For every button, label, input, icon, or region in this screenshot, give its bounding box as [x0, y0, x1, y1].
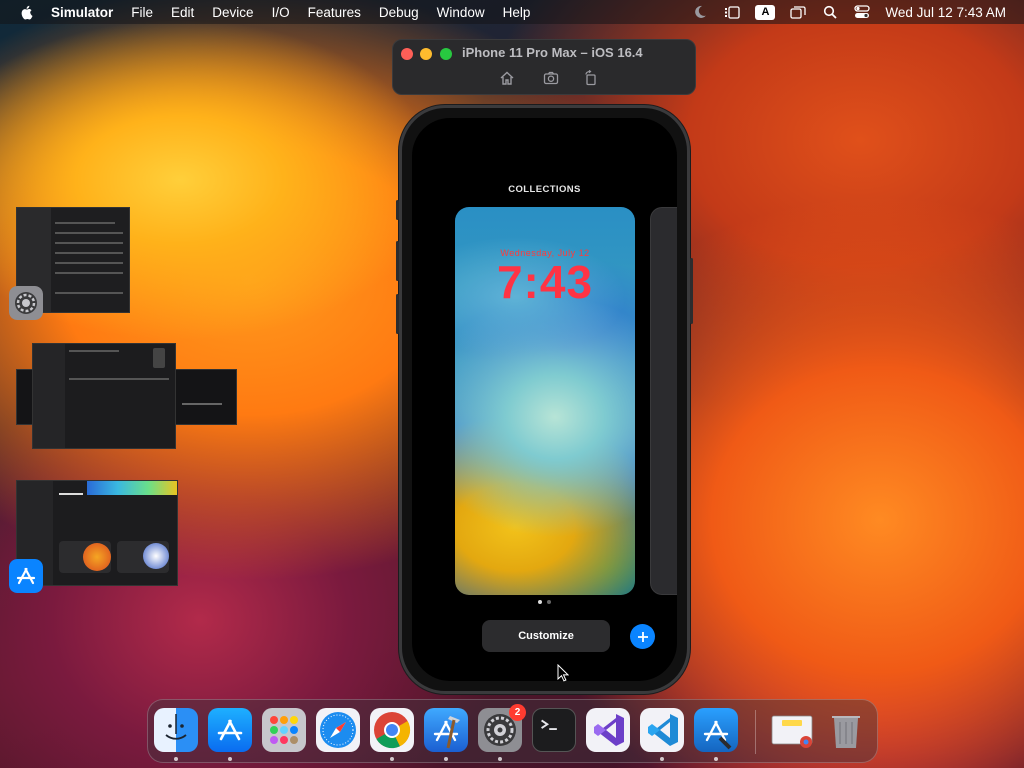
thumb-line	[55, 252, 123, 254]
spotlight-search-icon[interactable]	[821, 5, 839, 19]
thumb-line	[55, 232, 123, 234]
running-indicator	[714, 757, 718, 761]
plus-icon	[637, 631, 648, 642]
add-wallpaper-button[interactable]	[630, 624, 655, 649]
dock-safari[interactable]	[316, 708, 360, 752]
app-store-app-icon[interactable]	[9, 559, 43, 593]
menu-debug[interactable]: Debug	[379, 5, 419, 20]
apple-menu-icon[interactable]	[19, 4, 35, 20]
instruments-icon	[703, 720, 732, 750]
thumb-line	[69, 378, 169, 380]
thumb-line	[55, 272, 123, 274]
thumb-line	[55, 222, 115, 224]
dock-app-store[interactable]	[208, 708, 252, 752]
mouse-pointer-icon	[557, 664, 569, 682]
trash-can-icon	[832, 716, 860, 748]
customize-button[interactable]: Customize	[482, 620, 610, 652]
menu-io[interactable]: I/O	[272, 5, 290, 20]
iphone-device-frame: COLLECTIONS Wednesday, July 12 7:43 Cust…	[396, 105, 693, 694]
running-indicator	[390, 757, 394, 761]
xcode-navigator-thumb	[33, 344, 65, 448]
thumb-line	[55, 292, 123, 294]
dock-visual-studio[interactable]	[586, 708, 630, 752]
system-settings-app-icon[interactable]	[9, 286, 43, 320]
menu-edit[interactable]: Edit	[171, 5, 194, 20]
minimized-window-thumbnail-icon	[771, 715, 813, 748]
rotate-device-icon[interactable]	[583, 70, 599, 86]
thumb-line	[182, 403, 222, 405]
mirroring-icon[interactable]	[789, 5, 807, 19]
running-indicator	[498, 757, 502, 761]
mute-switch	[396, 200, 399, 220]
simulator-device-title: iPhone 11 Pro Max – iOS 16.4	[462, 45, 643, 60]
dock-launchpad[interactable]	[262, 708, 306, 752]
app-store-banner-thumb	[87, 481, 177, 495]
wallpaper-preview-card[interactable]: Wednesday, July 12 7:43	[455, 207, 635, 595]
app-store-art-thumb	[143, 543, 169, 569]
lockscreen-time: 7:43	[496, 256, 594, 308]
dock-separator	[755, 710, 756, 754]
finder-icon	[165, 714, 187, 740]
side-power-button	[690, 258, 693, 324]
dock-finder[interactable]	[154, 708, 198, 752]
safari-compass-icon	[320, 712, 356, 748]
xcode-preview-thumb	[153, 348, 165, 368]
menu-features[interactable]: Features	[308, 5, 361, 20]
volume-down-button	[396, 294, 399, 334]
close-window-button[interactable]	[401, 48, 413, 60]
dock-trash[interactable]	[824, 708, 868, 752]
menu-device[interactable]: Device	[212, 5, 253, 20]
launchpad-icon	[270, 716, 298, 744]
thumb-line	[55, 242, 123, 244]
dock-vscode[interactable]	[640, 708, 684, 752]
running-indicator	[660, 757, 664, 761]
menu-clock[interactable]: Wed Jul 12 7:43 AM	[885, 5, 1006, 20]
visual-studio-icon	[594, 714, 624, 746]
dock-terminal[interactable]	[532, 708, 576, 752]
chrome-icon	[374, 712, 411, 749]
terminal-prompt-icon	[541, 719, 557, 730]
control-center-icon[interactable]	[853, 5, 871, 19]
collections-heading: COLLECTIONS	[508, 184, 581, 195]
running-indicator	[444, 757, 448, 761]
moon-icon[interactable]	[691, 5, 709, 19]
menu-bar: Simulator File Edit Device I/O Features …	[0, 0, 1024, 24]
next-wallpaper-card[interactable]	[650, 207, 677, 595]
screenshot-camera-icon[interactable]	[543, 70, 559, 86]
menu-app-name[interactable]: Simulator	[51, 5, 113, 20]
running-indicator	[228, 757, 232, 761]
menu-window[interactable]: Window	[437, 5, 485, 20]
minimize-window-button[interactable]	[420, 48, 432, 60]
page-indicator	[412, 600, 677, 604]
page-dot	[547, 600, 551, 604]
thumb-line	[59, 493, 83, 495]
thumb-line	[69, 350, 119, 352]
lock-screen[interactable]: COLLECTIONS Wednesday, July 12 7:43 Cust…	[412, 118, 677, 681]
dock-chrome[interactable]	[370, 708, 414, 752]
dock: 2	[147, 699, 878, 763]
stage-manager-icon[interactable]	[723, 5, 741, 19]
input-source-icon[interactable]: A	[755, 4, 776, 20]
simulator-titlebar[interactable]: iPhone 11 Pro Max – iOS 16.4	[392, 39, 696, 95]
thumb-line	[55, 262, 123, 264]
dock-xcode[interactable]	[424, 708, 468, 752]
xcode-hammer-icon	[433, 716, 460, 749]
dock-instruments[interactable]	[694, 708, 738, 752]
page-dot-active	[538, 600, 542, 604]
home-icon[interactable]	[499, 70, 515, 86]
fullscreen-window-button[interactable]	[440, 48, 452, 60]
vscode-icon	[648, 714, 678, 746]
notification-badge: 2	[509, 704, 526, 721]
running-indicator	[174, 757, 178, 761]
menu-help[interactable]: Help	[503, 5, 531, 20]
dock-minimized-chrome-window[interactable]	[770, 708, 814, 752]
menu-file[interactable]: File	[131, 5, 153, 20]
volume-up-button	[396, 241, 399, 281]
stage-window-xcode[interactable]	[32, 343, 176, 449]
app-store-icon	[217, 719, 243, 741]
app-store-art-thumb	[83, 543, 111, 571]
